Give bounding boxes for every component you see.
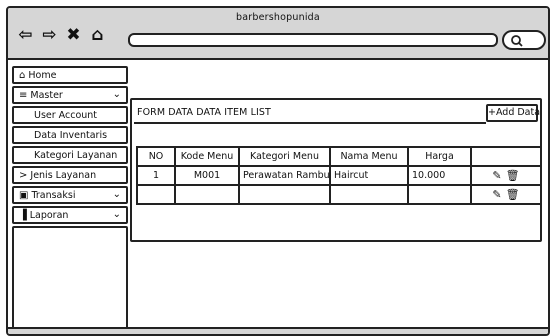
table-row: ✎ 🗑 bbox=[136, 184, 542, 205]
browser-window: barbershopunida ⇦ ⇨ ✖ ⌂ ⌂ Home ≡ Master … bbox=[6, 6, 550, 336]
chevron-down-icon: ⌄ bbox=[112, 189, 121, 200]
cell-nama-menu: Haircut bbox=[329, 165, 409, 186]
cell-kode-menu bbox=[174, 184, 240, 205]
column-header-kode-menu: Kode Menu bbox=[174, 146, 240, 167]
column-header-nama-menu: Nama Menu bbox=[329, 146, 409, 167]
delete-icon[interactable]: 🗑 bbox=[506, 188, 520, 201]
cell-kategori-menu bbox=[238, 184, 331, 205]
column-header-kategori-menu: Kategori Menu bbox=[238, 146, 331, 167]
sidebar-item-laporan[interactable]: ▐ Laporan ⌄ bbox=[12, 206, 128, 224]
column-header-harga: Harga bbox=[407, 146, 472, 167]
cell-harga: 10.000 bbox=[407, 165, 472, 186]
sidebar-item-data-inventaris[interactable]: Data Inventaris bbox=[12, 126, 128, 144]
search-icon bbox=[511, 35, 523, 47]
sidebar-item-user-account[interactable]: User Account bbox=[12, 106, 128, 124]
cell-actions: ✎ 🗑 bbox=[470, 184, 542, 205]
sidebar-item-label: Transaksi bbox=[31, 189, 76, 201]
sidebar-item-transaksi[interactable]: ▣ Transaksi ⌄ bbox=[12, 186, 128, 204]
edit-icon[interactable]: ✎ bbox=[492, 188, 501, 201]
sidebar-item-label: Data Inventaris bbox=[34, 129, 108, 141]
sidebar-item-label: Laporan bbox=[29, 209, 69, 221]
address-bar[interactable] bbox=[128, 33, 498, 47]
add-data-button[interactable]: +Add Data bbox=[486, 104, 540, 122]
cell-no bbox=[136, 184, 176, 205]
home-icon: ⌂ bbox=[19, 69, 26, 81]
sidebar-empty-area bbox=[12, 226, 128, 334]
item-table: NO Kode Menu Kategori Menu Nama Menu Har… bbox=[136, 146, 542, 205]
title-bar: barbershopunida ⇦ ⇨ ✖ ⌂ bbox=[8, 8, 548, 60]
sidebar-item-home[interactable]: ⌂ Home bbox=[12, 66, 128, 84]
sidebar-item-kategori-layanan[interactable]: Kategori Layanan bbox=[12, 146, 128, 164]
sidebar-item-label: Kategori Layanan bbox=[34, 149, 118, 161]
table-header-row: NO Kode Menu Kategori Menu Nama Menu Har… bbox=[136, 146, 542, 167]
sidebar-item-label: Jenis Layanan bbox=[30, 169, 97, 181]
cash-icon: ▣ bbox=[19, 189, 29, 201]
delete-icon[interactable]: 🗑 bbox=[506, 169, 520, 182]
search-field[interactable] bbox=[502, 30, 546, 50]
cell-no: 1 bbox=[136, 165, 176, 186]
sidebar-item-label: Master bbox=[30, 89, 63, 101]
forward-icon[interactable]: ⇨ bbox=[40, 25, 59, 45]
cell-actions: ✎ 🗑 bbox=[470, 165, 542, 186]
bar-chart-icon: ▐ bbox=[19, 209, 27, 221]
panel-title: FORM DATA DATA ITEM LIST bbox=[137, 107, 271, 118]
cell-kode-menu: M001 bbox=[174, 165, 240, 186]
sidebar: ⌂ Home ≡ Master ⌄ User Account Data Inve… bbox=[12, 66, 128, 334]
column-header-no: NO bbox=[136, 146, 176, 167]
table-row: 1 M001 Perawatan Rambut Haircut 10.000 ✎… bbox=[136, 165, 542, 186]
status-bar bbox=[8, 327, 548, 334]
close-icon[interactable]: ✖ bbox=[64, 25, 83, 45]
sidebar-item-master[interactable]: ≡ Master ⌄ bbox=[12, 86, 128, 104]
sidebar-item-label: User Account bbox=[34, 109, 98, 121]
column-header-actions bbox=[470, 146, 542, 167]
cell-harga bbox=[407, 184, 472, 205]
sidebar-item-jenis-layanan[interactable]: > Jenis Layanan bbox=[12, 166, 128, 184]
database-icon: ≡ bbox=[19, 89, 28, 101]
window-title: barbershopunida bbox=[236, 12, 320, 23]
back-icon[interactable]: ⇦ bbox=[16, 25, 35, 45]
sidebar-item-label: Home bbox=[28, 69, 57, 81]
edit-icon[interactable]: ✎ bbox=[492, 169, 501, 182]
item-list-panel: FORM DATA DATA ITEM LIST +Add Data NO Ko… bbox=[130, 98, 542, 242]
home-nav-icon[interactable]: ⌂ bbox=[88, 25, 107, 45]
title-divider bbox=[134, 122, 486, 124]
nav-buttons: ⇦ ⇨ ✖ ⌂ bbox=[16, 25, 107, 45]
chevron-down-icon: ⌄ bbox=[112, 89, 121, 100]
cell-kategori-menu: Perawatan Rambut bbox=[238, 165, 331, 186]
chevron-down-icon: ⌄ bbox=[112, 209, 121, 220]
cell-nama-menu bbox=[329, 184, 409, 205]
chevron-right-icon: > bbox=[19, 169, 28, 181]
